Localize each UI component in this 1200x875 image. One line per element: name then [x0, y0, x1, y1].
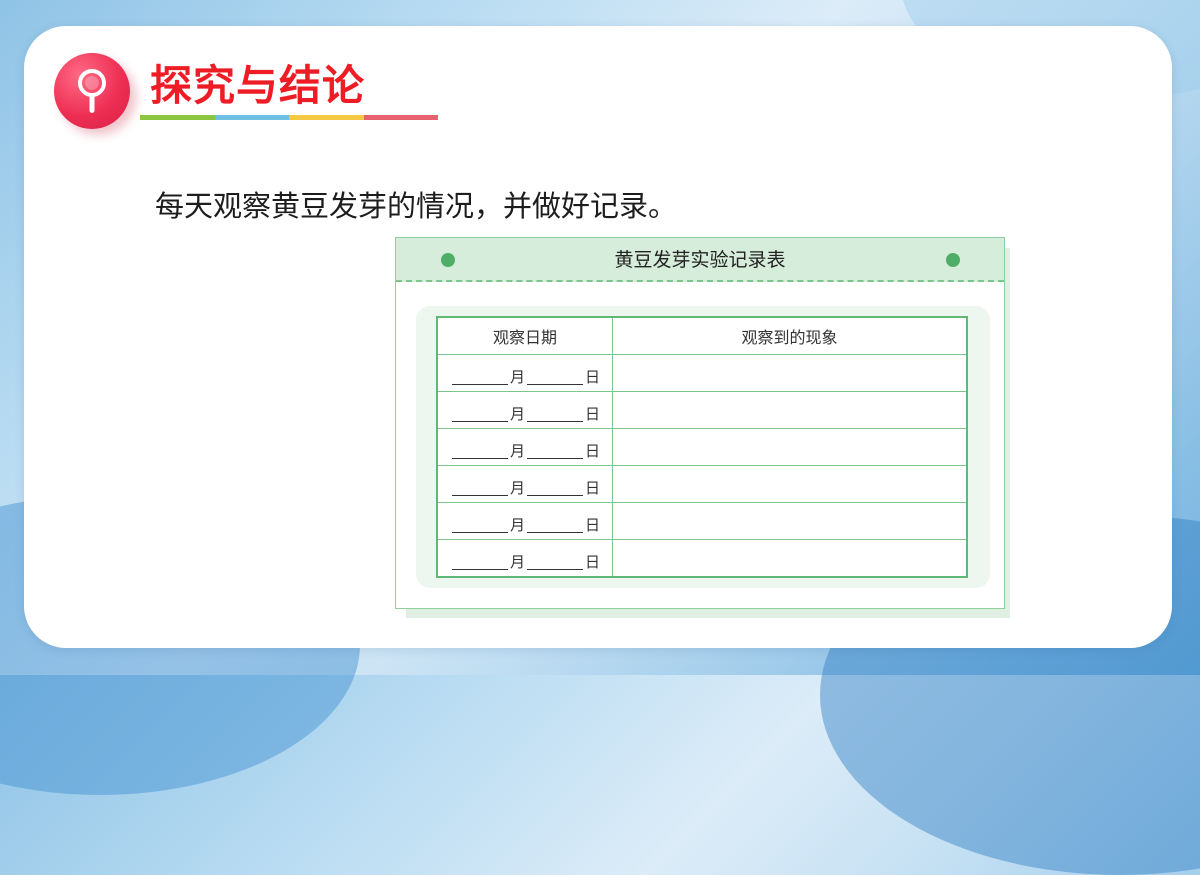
date-fill-in: 月日 — [438, 429, 612, 465]
date-cell[interactable]: 月日 — [436, 391, 613, 429]
month-unit: 月 — [509, 553, 525, 571]
observation-cell[interactable] — [612, 354, 968, 392]
table-row: 月日 — [436, 428, 968, 466]
month-blank[interactable] — [451, 495, 508, 496]
column-header-date: 观察日期 — [436, 316, 613, 355]
table-row: 月日 — [436, 465, 968, 503]
date-fill-in: 月日 — [438, 503, 612, 539]
table-row: 月日 — [436, 391, 968, 429]
date-cell[interactable]: 月日 — [436, 465, 613, 503]
table-row: 月日 — [436, 502, 968, 540]
day-blank[interactable] — [527, 495, 583, 496]
month-blank[interactable] — [451, 569, 508, 570]
day-unit: 日 — [585, 553, 601, 571]
date-cell[interactable]: 月日 — [436, 502, 613, 540]
instruction-text: 每天观察黄豆发芽的情况，并做好记录。 — [155, 189, 678, 223]
observation-cell[interactable] — [612, 502, 968, 540]
month-unit: 月 — [509, 368, 525, 386]
month-blank[interactable] — [451, 458, 508, 459]
observation-cell[interactable] — [612, 428, 968, 466]
month-blank[interactable] — [451, 421, 508, 422]
underline-segment — [289, 115, 364, 120]
day-unit: 日 — [585, 516, 601, 534]
underline-segment — [214, 115, 289, 120]
day-blank[interactable] — [527, 569, 583, 570]
table-header-row: 观察日期 观察到的现象 — [436, 316, 968, 355]
date-fill-in: 月日 — [438, 466, 612, 502]
month-unit: 月 — [509, 405, 525, 423]
month-unit: 月 — [509, 479, 525, 497]
observation-cell[interactable] — [612, 539, 968, 578]
month-blank[interactable] — [451, 532, 508, 533]
record-table-body: 月日月日月日月日月日月日 — [436, 354, 968, 578]
date-cell[interactable]: 月日 — [436, 428, 613, 466]
date-fill-in: 月日 — [438, 540, 612, 576]
day-unit: 日 — [585, 479, 601, 497]
underline-segment — [140, 115, 215, 120]
heading-underline — [140, 115, 438, 120]
section-heading: 探究与结论 — [150, 61, 366, 110]
record-table-panel: 观察日期 观察到的现象 月日月日月日月日月日月日 — [416, 306, 990, 588]
date-cell[interactable]: 月日 — [436, 354, 613, 392]
day-blank[interactable] — [527, 421, 583, 422]
column-header-observation: 观察到的现象 — [612, 316, 968, 355]
day-unit: 日 — [585, 368, 601, 386]
record-sheet: 黄豆发芽实验记录表 观察日期 观察到的现象 月日月日月日月日月日月日 — [395, 237, 1005, 609]
month-unit: 月 — [509, 442, 525, 460]
record-sheet-title: 黄豆发芽实验记录表 — [614, 249, 786, 271]
month-blank[interactable] — [451, 384, 508, 385]
underline-segment — [363, 115, 438, 120]
day-unit: 日 — [585, 405, 601, 423]
day-blank[interactable] — [527, 458, 583, 459]
record-table: 观察日期 观察到的现象 月日月日月日月日月日月日 — [436, 316, 968, 578]
table-row: 月日 — [436, 539, 968, 578]
observation-cell[interactable] — [612, 391, 968, 429]
month-unit: 月 — [509, 516, 525, 534]
date-fill-in: 月日 — [438, 392, 612, 428]
day-unit: 日 — [585, 442, 601, 460]
date-cell[interactable]: 月日 — [436, 539, 613, 578]
day-blank[interactable] — [527, 384, 583, 385]
observation-cell[interactable] — [612, 465, 968, 503]
table-row: 月日 — [436, 354, 968, 392]
magnifier-icon — [54, 53, 130, 129]
day-blank[interactable] — [527, 532, 583, 533]
date-fill-in: 月日 — [438, 355, 612, 391]
